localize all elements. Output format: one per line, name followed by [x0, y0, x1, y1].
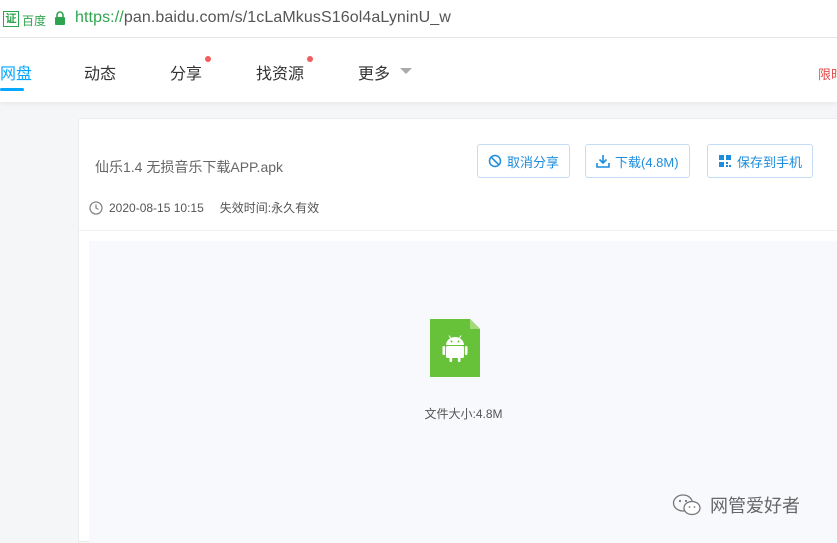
- top-nav: 网盘 动态 分享 找资源 更多 限时: [0, 38, 837, 102]
- certificate-name: 百度: [22, 14, 47, 28]
- share-card: 仙乐1.4 无损音乐下载APP.apk 取消分享 下载(4.8M) 保存到手机: [78, 118, 837, 543]
- chevron-down-icon[interactable]: [400, 68, 412, 74]
- divider: [79, 230, 837, 231]
- save-to-phone-button[interactable]: 保存到手机: [707, 144, 814, 178]
- url-path: pan.baidu.com/s/1cLaMkusS16ol4aLyninU_w: [123, 9, 451, 26]
- qr-code-icon: [719, 155, 731, 167]
- cancel-share-button[interactable]: 取消分享: [477, 144, 571, 178]
- share-notification-dot: [205, 56, 211, 62]
- watermark: 网管爱好者: [672, 492, 800, 518]
- expire-label: 失效时间:: [219, 201, 272, 215]
- download-button[interactable]: 下载(4.8M): [585, 144, 690, 178]
- url-text[interactable]: https://pan.baidu.com/s/1cLaMkusS16ol4aL…: [75, 9, 451, 27]
- find-resources-notification-dot: [307, 56, 313, 62]
- watermark-text: 网管爱好者: [710, 496, 800, 516]
- forbidden-icon: [488, 154, 502, 168]
- lock-icon: [55, 11, 65, 25]
- share-meta: 2020-08-15 10:15 失效时间: 永久有效: [89, 199, 319, 216]
- file-name: 仙乐1.4 无损音乐下载APP.apk: [95, 159, 284, 175]
- nav-item-more[interactable]: 更多: [358, 60, 390, 84]
- nav-item-find-resources[interactable]: 找资源: [256, 60, 304, 84]
- download-label: 下载(4.8M): [615, 154, 679, 170]
- nav-promo-text[interactable]: 限时: [818, 64, 837, 83]
- download-icon: [596, 155, 610, 168]
- url-scheme: https://: [75, 9, 124, 26]
- nav-item-share[interactable]: 分享: [170, 60, 202, 84]
- clock-icon: [89, 200, 103, 215]
- nav-active-underline: [0, 88, 24, 91]
- nav-item-netdisk[interactable]: 网盘: [0, 60, 32, 84]
- save-to-phone-label: 保存到手机: [737, 154, 803, 170]
- wechat-icon: [672, 494, 701, 516]
- file-size: 文件大小:4.8M: [424, 407, 503, 421]
- address-bar[interactable]: 证 百度 https://pan.baidu.com/s/1cLaMkusS16…: [0, 0, 837, 38]
- android-apk-icon: [430, 319, 480, 377]
- share-date: 2020-08-15 10:15: [109, 200, 204, 215]
- cancel-share-label: 取消分享: [507, 154, 560, 170]
- certificate-icon[interactable]: 证: [3, 11, 19, 27]
- expire-value: 永久有效: [271, 201, 320, 215]
- nav-item-activity[interactable]: 动态: [84, 60, 116, 84]
